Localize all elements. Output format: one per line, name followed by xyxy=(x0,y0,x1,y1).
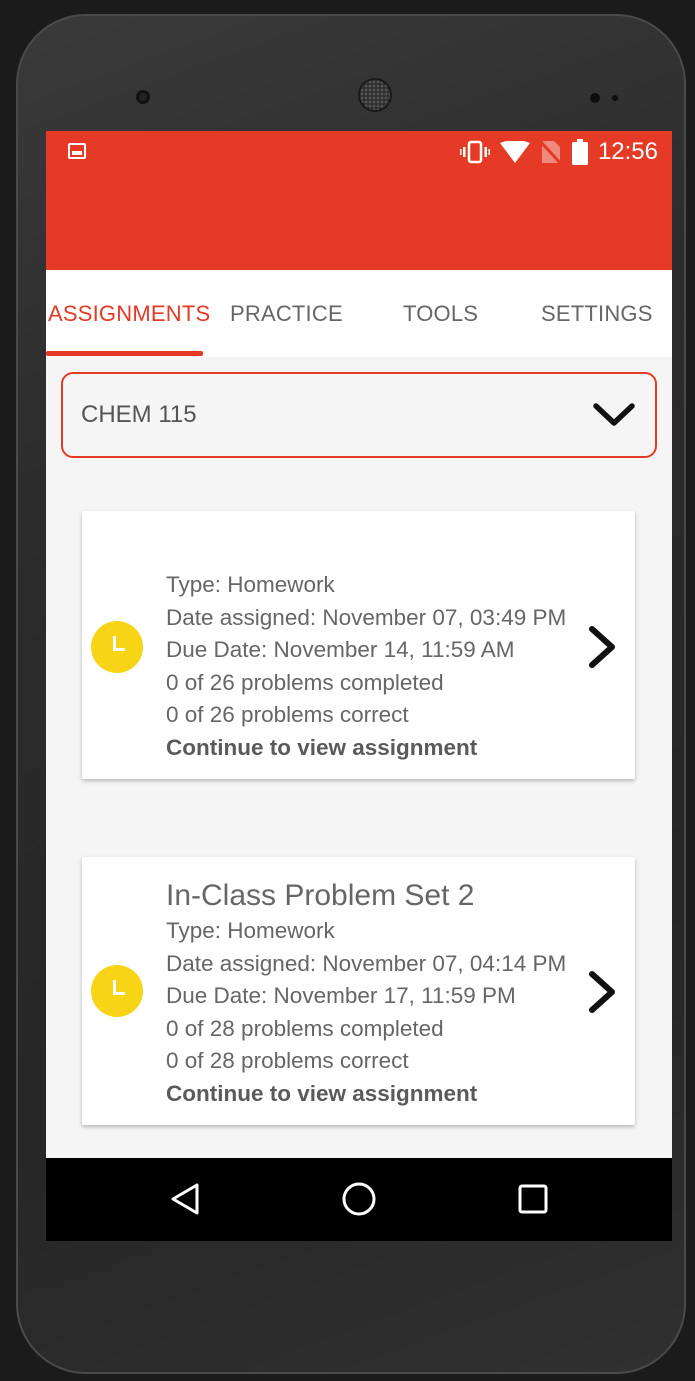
clock-icon xyxy=(91,621,143,673)
assignment-type: Type: Homework xyxy=(166,572,335,597)
system-nav-bar xyxy=(46,1158,672,1241)
assignment-card[interactable]: Type: Homework Date assigned: November 0… xyxy=(82,511,635,779)
assignment-date-assigned: Date assigned: November 07, 03:49 PM xyxy=(166,604,567,630)
course-selector-value: CHEM 115 xyxy=(81,401,197,428)
assignment-completed: 0 of 26 problems completed xyxy=(166,669,444,695)
assignment-details: In-Class Problem Set 2 Type: Homework Da… xyxy=(166,877,566,1110)
tab-tools[interactable]: TOOLS xyxy=(403,270,478,357)
assignment-card[interactable]: In-Class Problem Set 2 Type: Homework Da… xyxy=(82,857,635,1125)
battery-icon xyxy=(571,139,588,165)
chevron-right-icon[interactable] xyxy=(584,970,618,1014)
tab-assignments[interactable]: ASSIGNMENTS xyxy=(48,270,210,357)
assignment-correct: 0 of 28 problems correct xyxy=(166,1048,409,1073)
assignment-cta: Continue to view assignment xyxy=(166,1080,478,1106)
chevron-right-icon[interactable] xyxy=(584,625,618,669)
tab-bar: ASSIGNMENTS PRACTICE TOOLS SETTINGS xyxy=(46,270,672,357)
assignment-cta: Continue to view assignment xyxy=(166,734,478,760)
assignment-title: In-Class Problem Set 2 xyxy=(166,879,475,912)
active-tab-indicator xyxy=(46,351,203,356)
status-bar-right: 12:56 xyxy=(459,137,658,167)
vibrate-icon xyxy=(459,140,490,164)
assignment-due-date: Due Date: November 14, 11:59 AM xyxy=(166,637,515,662)
assignment-type: Type: Homework xyxy=(166,918,335,943)
light-sensor xyxy=(612,95,618,101)
image-icon xyxy=(68,143,86,159)
tab-settings[interactable]: SETTINGS xyxy=(541,270,653,357)
no-sim-icon xyxy=(539,139,562,165)
course-selector[interactable]: CHEM 115 xyxy=(61,372,657,458)
assignment-details: Type: Homework Date assigned: November 0… xyxy=(166,569,566,764)
tab-practice[interactable]: PRACTICE xyxy=(230,270,343,357)
assignment-date-assigned: Date assigned: November 07, 04:14 PM xyxy=(166,950,567,976)
assignment-due-date: Due Date: November 17, 11:59 PM xyxy=(166,983,516,1008)
assignment-completed: 0 of 28 problems completed xyxy=(166,1015,444,1041)
app-bar: 12:56 xyxy=(46,131,672,270)
earpiece-speaker xyxy=(358,78,392,112)
wifi-icon xyxy=(499,141,530,163)
home-icon[interactable] xyxy=(334,1176,384,1222)
back-icon[interactable] xyxy=(160,1176,210,1222)
clock-icon xyxy=(91,965,143,1017)
status-time: 12:56 xyxy=(597,138,658,165)
recents-icon[interactable] xyxy=(508,1176,558,1222)
chevron-down-icon xyxy=(593,403,635,426)
front-camera xyxy=(136,90,150,104)
assignment-correct: 0 of 26 problems correct xyxy=(166,702,409,727)
app-screen: 12:56 ASSIGNMENTS PRACTICE TOOLS SETTING… xyxy=(46,131,672,1241)
proximity-sensor xyxy=(590,93,600,103)
